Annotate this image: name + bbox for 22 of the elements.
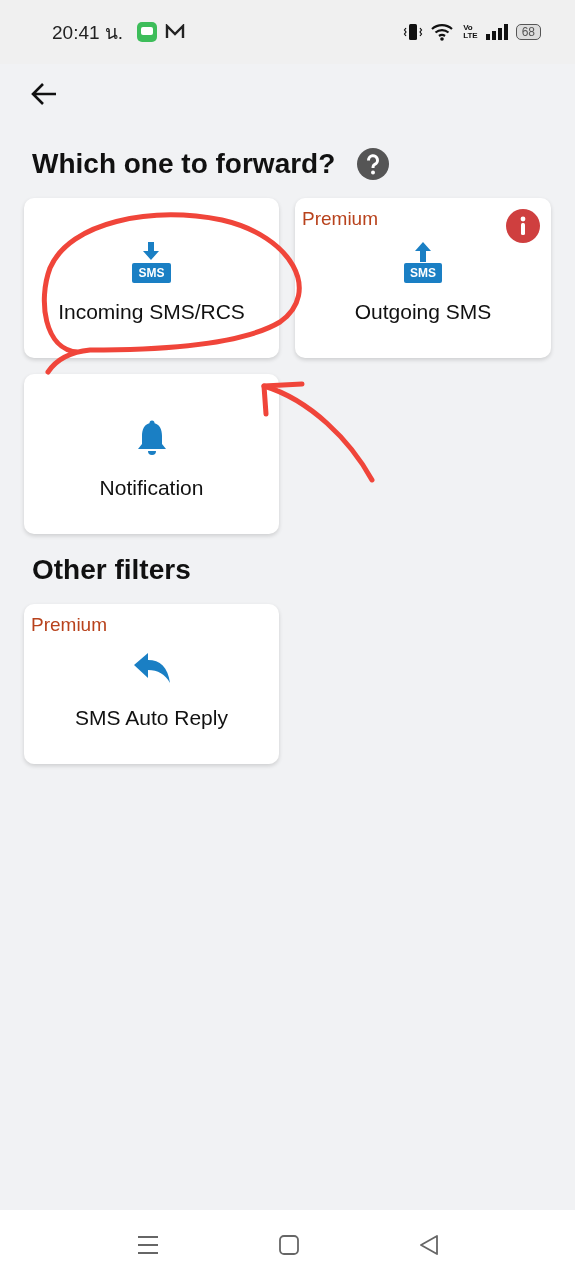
info-icon[interactable]	[506, 209, 540, 243]
premium-label: Premium	[31, 614, 107, 636]
vibrate-icon	[403, 22, 424, 42]
help-icon[interactable]	[357, 148, 390, 180]
filter-card[interactable]: Premium SMS Outgoing SMS	[295, 198, 551, 358]
volte-indicator: Vo LTE	[463, 24, 478, 40]
filter-card[interactable]: Premium SMS Auto Reply	[24, 604, 279, 764]
chat-app-icon	[137, 22, 158, 42]
back-arrow-icon[interactable]	[30, 82, 58, 106]
home-icon[interactable]	[278, 1235, 299, 1255]
filter-card[interactable]: SMS Incoming SMS/RCS	[24, 198, 279, 358]
signal-icon	[485, 24, 508, 40]
reply-icon	[133, 653, 170, 683]
filter-card[interactable]: Notification	[24, 374, 279, 534]
menu-icon[interactable]	[136, 1235, 159, 1255]
battery-indicator: 68	[515, 24, 541, 40]
status-time: 20:41 น.	[52, 21, 124, 45]
mail-icon	[165, 24, 186, 40]
section-title: Which one to forward?	[32, 148, 336, 180]
premium-label: Premium	[302, 208, 378, 230]
section-title: Other filters	[32, 554, 191, 586]
back-icon[interactable]	[418, 1235, 439, 1255]
